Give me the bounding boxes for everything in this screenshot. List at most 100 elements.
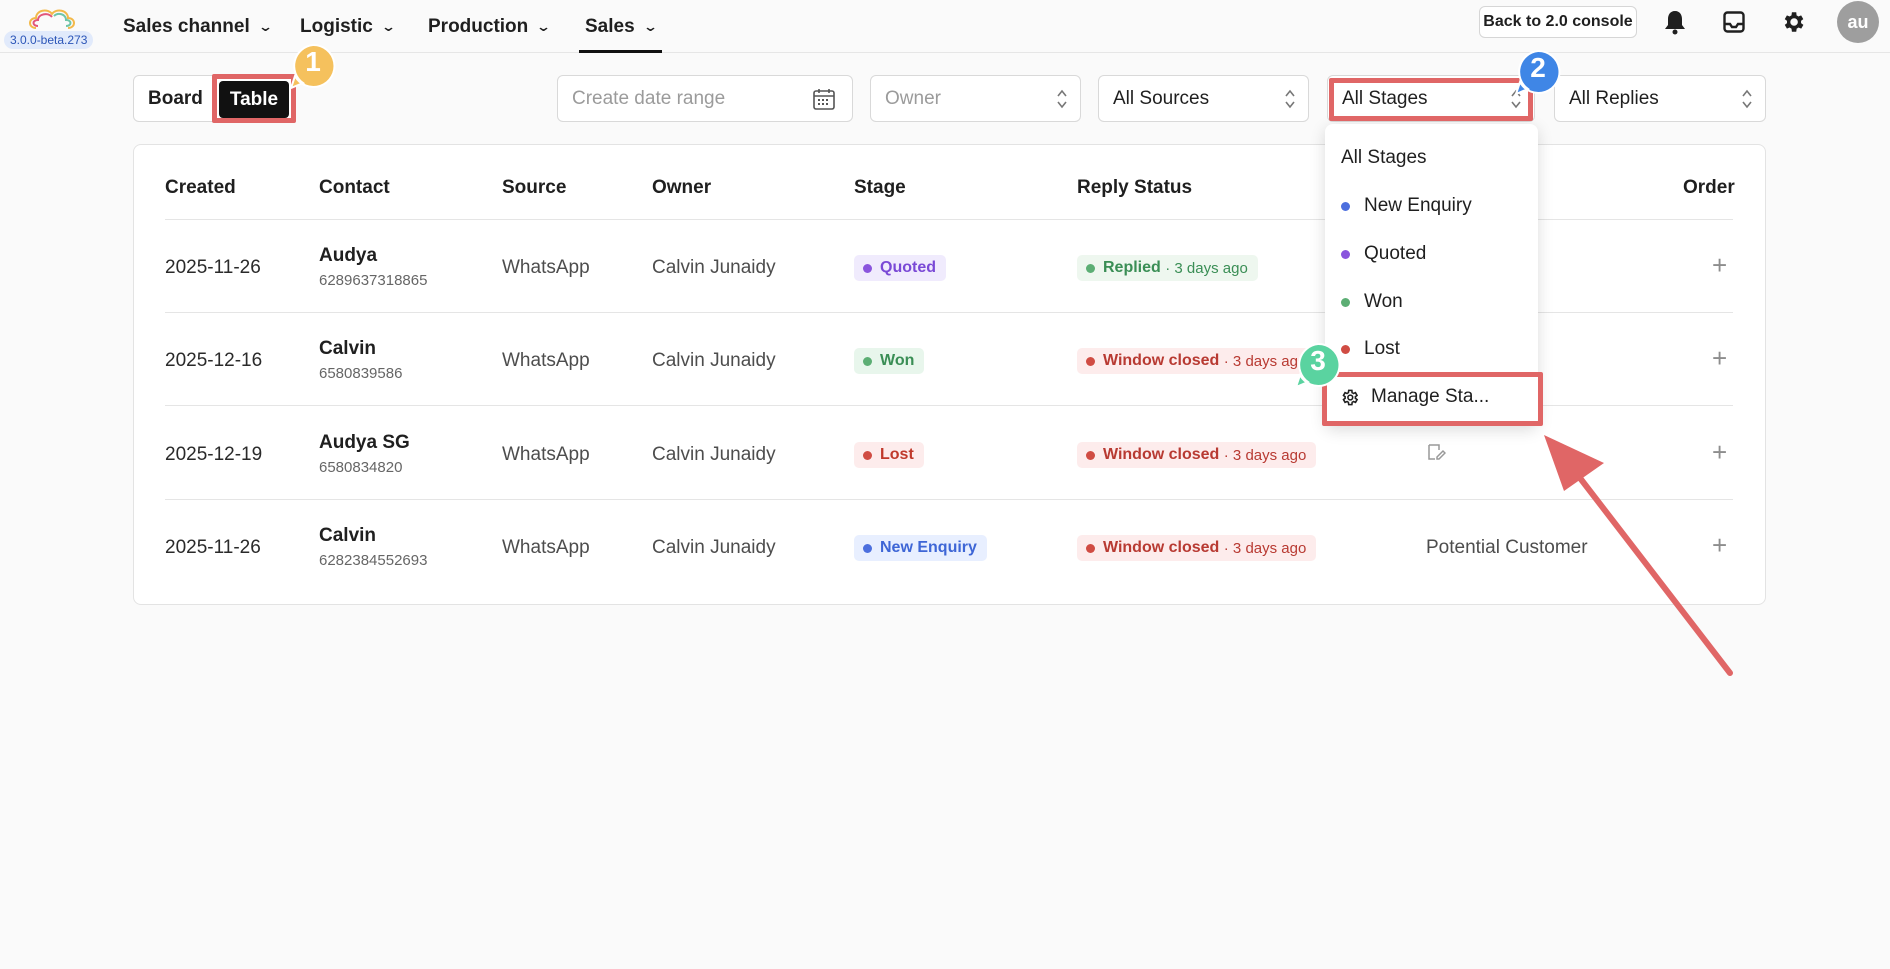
- user-avatar[interactable]: au: [1837, 1, 1879, 43]
- top-navigation-bar: 3.0.0-beta.273 Sales channel ⌄ Logistic ⌄ …: [0, 0, 1890, 53]
- calendar-icon[interactable]: [812, 87, 836, 111]
- status-dot: [1086, 543, 1095, 553]
- updown-chevron-icon: [1742, 89, 1752, 109]
- stage-badge[interactable]: Won: [854, 348, 925, 374]
- column-header-created[interactable]: Created: [165, 177, 236, 199]
- source-value: WhatsApp: [502, 537, 590, 558]
- status-dot: [863, 450, 872, 460]
- created-date: 2025-11-26: [165, 537, 261, 558]
- nav-sales[interactable]: Sales ⌄: [579, 0, 662, 53]
- sources-value: All Sources: [1113, 87, 1210, 109]
- owner-select[interactable]: Owner: [870, 75, 1081, 122]
- stage-option-new-enquiry[interactable]: New Enquiry: [1341, 191, 1472, 221]
- stage-badge[interactable]: New Enquiry: [854, 535, 987, 561]
- reply-time: · 3 days ago: [1165, 259, 1248, 277]
- option-label: New Enquiry: [1364, 195, 1472, 216]
- chevron-down-icon: ⌄: [536, 18, 552, 34]
- edit-note-icon[interactable]: [1426, 442, 1446, 462]
- column-header-order[interactable]: Order: [1683, 177, 1735, 199]
- contact-name[interactable]: Audya: [319, 245, 377, 267]
- row-divider: [165, 499, 1733, 500]
- nav-label: Logistic: [300, 15, 373, 37]
- status-dot: [1086, 263, 1095, 273]
- reply-time: · 3 days ago: [1223, 539, 1307, 557]
- status-dot: [863, 356, 872, 366]
- option-label: Lost: [1364, 338, 1400, 359]
- contact-name[interactable]: Audya SG: [319, 432, 410, 454]
- back-to-console-button[interactable]: Back to 2.0 console: [1479, 6, 1637, 38]
- status-dot: [863, 543, 872, 553]
- stage-badge[interactable]: Quoted: [854, 255, 946, 281]
- stage-label: Quoted: [880, 259, 936, 276]
- nav-sales-channel[interactable]: Sales channel ⌄: [123, 0, 273, 53]
- chevron-down-icon: ⌄: [257, 18, 273, 34]
- marker-number: 3: [1310, 345, 1326, 376]
- reply-status-badge: Replied · 3 days ago: [1077, 255, 1258, 281]
- stage-badge[interactable]: Lost: [854, 442, 924, 468]
- contact-phone: 6289637318865: [319, 272, 428, 289]
- highlight-table-view: [212, 74, 296, 123]
- reply-time: · 3 days ago: [1223, 446, 1307, 464]
- version-badge: 3.0.0-beta.273: [4, 31, 94, 49]
- contact-name[interactable]: Calvin: [319, 338, 376, 360]
- status-dot: [863, 263, 872, 273]
- nav-label: Sales channel: [123, 15, 250, 37]
- status-dot: [1341, 201, 1350, 211]
- reply-status-badge: Window closed · 3 days ago: [1077, 442, 1317, 468]
- gear-icon[interactable]: [1779, 8, 1807, 36]
- stage-option-quoted[interactable]: Quoted: [1341, 239, 1426, 269]
- replies-select[interactable]: All Replies: [1554, 75, 1766, 122]
- column-header-reply-status[interactable]: Reply Status: [1077, 177, 1192, 199]
- sources-select[interactable]: All Sources: [1098, 75, 1309, 122]
- contact-name[interactable]: Calvin: [319, 525, 376, 547]
- step-marker-1: 1: [288, 42, 338, 92]
- stage-option-all[interactable]: All Stages: [1341, 143, 1427, 173]
- column-header-owner[interactable]: Owner: [652, 177, 711, 199]
- owner-value: Calvin Junaidy: [652, 350, 776, 371]
- owner-value: Calvin Junaidy: [652, 444, 776, 465]
- step-marker-3: 3: [1293, 341, 1343, 391]
- column-header-source[interactable]: Source: [502, 177, 566, 199]
- stage-label: Lost: [880, 446, 914, 463]
- stage-option-won[interactable]: Won: [1341, 287, 1403, 317]
- stage-option-lost[interactable]: Lost: [1341, 334, 1400, 364]
- updown-chevron-icon: [1285, 89, 1295, 109]
- inbox-icon[interactable]: [1720, 8, 1748, 36]
- bell-icon[interactable]: [1661, 8, 1689, 36]
- owner-placeholder: Owner: [885, 87, 941, 109]
- contact-phone: 6282384552693: [319, 552, 428, 569]
- updown-chevron-icon: [1057, 89, 1067, 109]
- reply-label: Replied: [1103, 259, 1161, 276]
- option-label: Quoted: [1364, 243, 1427, 264]
- column-header-contact[interactable]: Contact: [319, 177, 390, 199]
- date-range-placeholder: Create date range: [572, 87, 726, 109]
- add-order-plus-icon[interactable]: +: [1712, 250, 1727, 281]
- chevron-down-icon: ⌄: [380, 18, 396, 34]
- highlight-stages-select: [1329, 78, 1533, 121]
- reply-status-badge: Window closed · 3 days ago: [1077, 535, 1317, 561]
- nav-production[interactable]: Production ⌄: [428, 0, 552, 53]
- cloud-logo-icon[interactable]: [24, 4, 82, 34]
- step-marker-2: 2: [1513, 48, 1563, 98]
- created-date: 2025-12-16: [165, 350, 263, 371]
- created-date: 2025-11-26: [165, 257, 261, 278]
- stage-label: New Enquiry: [880, 539, 977, 556]
- owner-value: Calvin Junaidy: [652, 257, 776, 278]
- contact-phone: 6580834820: [319, 459, 403, 476]
- chevron-down-icon: ⌄: [642, 18, 658, 34]
- status-dot: [1086, 450, 1095, 460]
- column-header-stage[interactable]: Stage: [854, 177, 906, 199]
- add-order-plus-icon[interactable]: +: [1712, 343, 1727, 374]
- contact-phone: 6580839586: [319, 365, 403, 382]
- status-dot: [1086, 356, 1095, 366]
- marker-number: 2: [1530, 52, 1546, 83]
- board-view-button[interactable]: Board: [148, 76, 203, 121]
- pointer-arrow-icon: [1544, 435, 1733, 676]
- reply-label: Window closed: [1103, 446, 1220, 463]
- date-range-input[interactable]: Create date range: [557, 75, 853, 122]
- nav-label: Sales: [585, 15, 635, 37]
- marker-number: 1: [305, 46, 321, 77]
- reply-status-badge: Window closed · 3 days ago: [1077, 348, 1317, 374]
- stage-label: Won: [880, 352, 915, 369]
- source-value: WhatsApp: [502, 350, 590, 371]
